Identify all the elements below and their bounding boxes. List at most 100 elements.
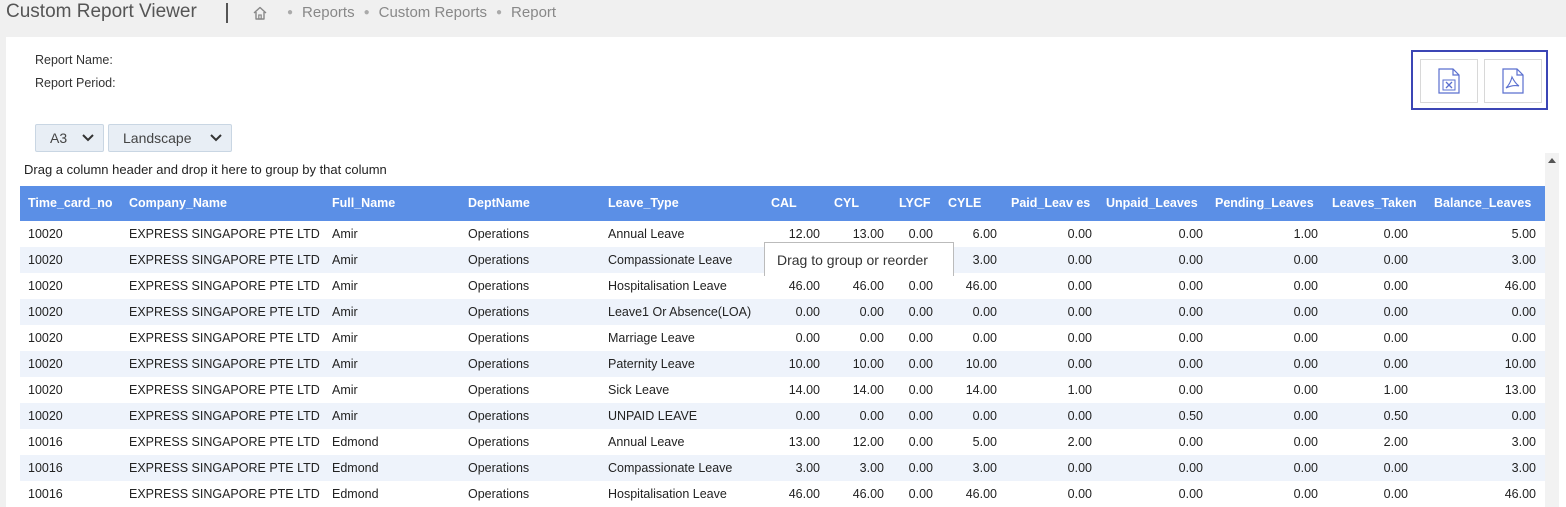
report-grid: Time_card_no Company_Name Full_Name DeptNam… — [20, 186, 1545, 507]
cell-cal: 0.00 — [795, 331, 820, 345]
cell-lycf: 0.00 — [908, 487, 933, 501]
scroll-up-arrow-icon[interactable] — [1545, 153, 1559, 167]
column-header-full-name[interactable]: Full_Name — [332, 186, 395, 221]
home-icon[interactable] — [252, 5, 268, 21]
top-bar: Custom Report Viewer ● Reports ● Custom … — [0, 0, 1566, 30]
cell-cyle: 46.00 — [965, 279, 997, 293]
cell-company-name: EXPRESS SINGAPORE PTE LTD — [129, 357, 320, 371]
column-header-deptname[interactable]: DeptName — [468, 186, 530, 221]
page-size-value: A3 — [50, 130, 68, 146]
cell-balance-leaves: 3.00 — [1511, 435, 1536, 449]
cell-leave-type: Paternity Leave — [608, 357, 695, 371]
cell-deptname: Operations — [468, 331, 530, 345]
cell-cyle: 0.00 — [972, 331, 997, 345]
cell-balance-leaves: 10.00 — [1504, 357, 1536, 371]
table-row[interactable]: 10020 EXPRESS SINGAPORE PTE LTD Amir Operat… — [20, 377, 1545, 403]
breadcrumb-custom-reports[interactable]: Custom Reports — [379, 4, 487, 21]
column-header-cyl[interactable]: CYL — [834, 186, 859, 221]
cell-deptname: Operations — [468, 305, 530, 319]
column-header-cyle[interactable]: CYLE — [948, 186, 981, 221]
orientation-value: Landscape — [123, 130, 192, 146]
cell-lycf: 0.00 — [908, 383, 933, 397]
group-drop-area[interactable]: Drag a column header and drop it here to… — [24, 162, 387, 177]
cell-cyl: 3.00 — [859, 461, 884, 475]
cell-time-card-no: 10020 — [28, 331, 63, 345]
column-header-cal[interactable]: CAL — [771, 186, 797, 221]
report-name-label: Report Name: — [35, 53, 113, 67]
column-header-company-name[interactable]: Company_Name — [129, 186, 227, 221]
cell-paid-leav-es: 0.00 — [1067, 227, 1092, 241]
cell-cyl: 10.00 — [852, 357, 884, 371]
breadcrumb-reports[interactable]: Reports — [302, 4, 355, 21]
table-row[interactable]: 10020 EXPRESS SINGAPORE PTE LTD Amir Operat… — [20, 351, 1545, 377]
cell-balance-leaves: 3.00 — [1511, 461, 1536, 475]
breadcrumb: ● Reports ● Custom Reports ● Report — [252, 4, 556, 21]
cell-paid-leav-es: 0.00 — [1067, 279, 1092, 293]
cell-company-name: EXPRESS SINGAPORE PTE LTD — [129, 279, 320, 293]
column-header-lycf[interactable]: LYCF — [899, 186, 931, 221]
chevron-down-icon — [82, 134, 94, 142]
column-header-time-card-no[interactable]: Time_card_no — [28, 186, 113, 221]
cell-paid-leav-es: 1.00 — [1067, 383, 1092, 397]
cell-pending-leaves: 0.00 — [1293, 305, 1318, 319]
cell-time-card-no: 10020 — [28, 253, 63, 267]
cell-cal: 10.00 — [788, 357, 820, 371]
cell-balance-leaves: 46.00 — [1504, 279, 1536, 293]
cell-company-name: EXPRESS SINGAPORE PTE LTD — [129, 227, 320, 241]
cell-company-name: EXPRESS SINGAPORE PTE LTD — [129, 409, 320, 423]
cell-time-card-no: 10020 — [28, 227, 63, 241]
cell-full-name: Amir — [332, 253, 358, 267]
cell-full-name: Edmond — [332, 435, 379, 449]
cell-cyle: 5.00 — [972, 435, 997, 449]
cell-leaves-taken: 0.00 — [1383, 279, 1408, 293]
cell-cal: 0.00 — [795, 305, 820, 319]
cell-cyl: 0.00 — [859, 409, 884, 423]
table-row[interactable]: 10016 EXPRESS SINGAPORE PTE LTD Edmond Oper… — [20, 481, 1545, 507]
cell-leave-type: Compassionate Leave — [608, 253, 733, 267]
cell-company-name: EXPRESS SINGAPORE PTE LTD — [129, 305, 320, 319]
cell-cal: 14.00 — [788, 383, 820, 397]
column-header-balance-leaves[interactable]: Balance_Leaves — [1434, 186, 1531, 221]
breadcrumb-separator: ● — [363, 7, 370, 18]
table-row[interactable]: 10020 EXPRESS SINGAPORE PTE LTD Amir Operat… — [20, 403, 1545, 429]
column-header-unpaid-leaves[interactable]: Unpaid_Leaves — [1106, 186, 1198, 221]
cell-lycf: 0.00 — [908, 435, 933, 449]
app-title: Custom Report Viewer — [6, 1, 197, 22]
orientation-select[interactable]: Landscape — [108, 124, 232, 152]
cell-deptname: Operations — [468, 487, 530, 501]
page-size-select[interactable]: A3 — [35, 124, 104, 152]
cell-unpaid-leaves: 0.00 — [1178, 357, 1203, 371]
cell-balance-leaves: 46.00 — [1504, 487, 1536, 501]
column-header-paid-leav-es[interactable]: Paid_Leav es — [1011, 186, 1090, 221]
cell-unpaid-leaves: 0.00 — [1178, 305, 1203, 319]
table-row[interactable]: 10020 EXPRESS SINGAPORE PTE LTD Amir Operat… — [20, 325, 1545, 351]
cell-deptname: Operations — [468, 279, 530, 293]
table-row[interactable]: 10016 EXPRESS SINGAPORE PTE LTD Edmond Oper… — [20, 429, 1545, 455]
report-period-label: Report Period: — [35, 76, 116, 90]
cell-leave-type: Hospitalisation Leave — [608, 487, 727, 501]
cell-cyl: 12.00 — [852, 435, 884, 449]
column-header-leaves-taken[interactable]: Leaves_Taken — [1332, 186, 1417, 221]
cell-balance-leaves: 5.00 — [1511, 227, 1536, 241]
cell-leaves-taken: 0.00 — [1383, 487, 1408, 501]
table-row[interactable]: 10020 EXPRESS SINGAPORE PTE LTD Amir Operat… — [20, 299, 1545, 325]
export-pdf-button[interactable] — [1484, 59, 1542, 103]
vertical-scrollbar[interactable] — [1545, 153, 1559, 507]
cell-time-card-no: 10020 — [28, 357, 63, 371]
cell-cyle: 46.00 — [965, 487, 997, 501]
cell-unpaid-leaves: 0.00 — [1178, 461, 1203, 475]
cell-cyl: 0.00 — [859, 331, 884, 345]
cell-full-name: Edmond — [332, 461, 379, 475]
cell-deptname: Operations — [468, 227, 530, 241]
export-excel-button[interactable] — [1420, 59, 1478, 103]
cell-company-name: EXPRESS SINGAPORE PTE LTD — [129, 435, 320, 449]
export-toolbar — [1411, 50, 1548, 110]
cell-balance-leaves: 13.00 — [1504, 383, 1536, 397]
cell-pending-leaves: 1.00 — [1293, 227, 1318, 241]
table-row[interactable]: 10016 EXPRESS SINGAPORE PTE LTD Edmond Oper… — [20, 455, 1545, 481]
cell-full-name: Amir — [332, 227, 358, 241]
column-header-leave-type[interactable]: Leave_Type — [608, 186, 679, 221]
cell-full-name: Amir — [332, 279, 358, 293]
cell-deptname: Operations — [468, 409, 530, 423]
column-header-pending-leaves[interactable]: Pending_Leaves — [1215, 186, 1314, 221]
